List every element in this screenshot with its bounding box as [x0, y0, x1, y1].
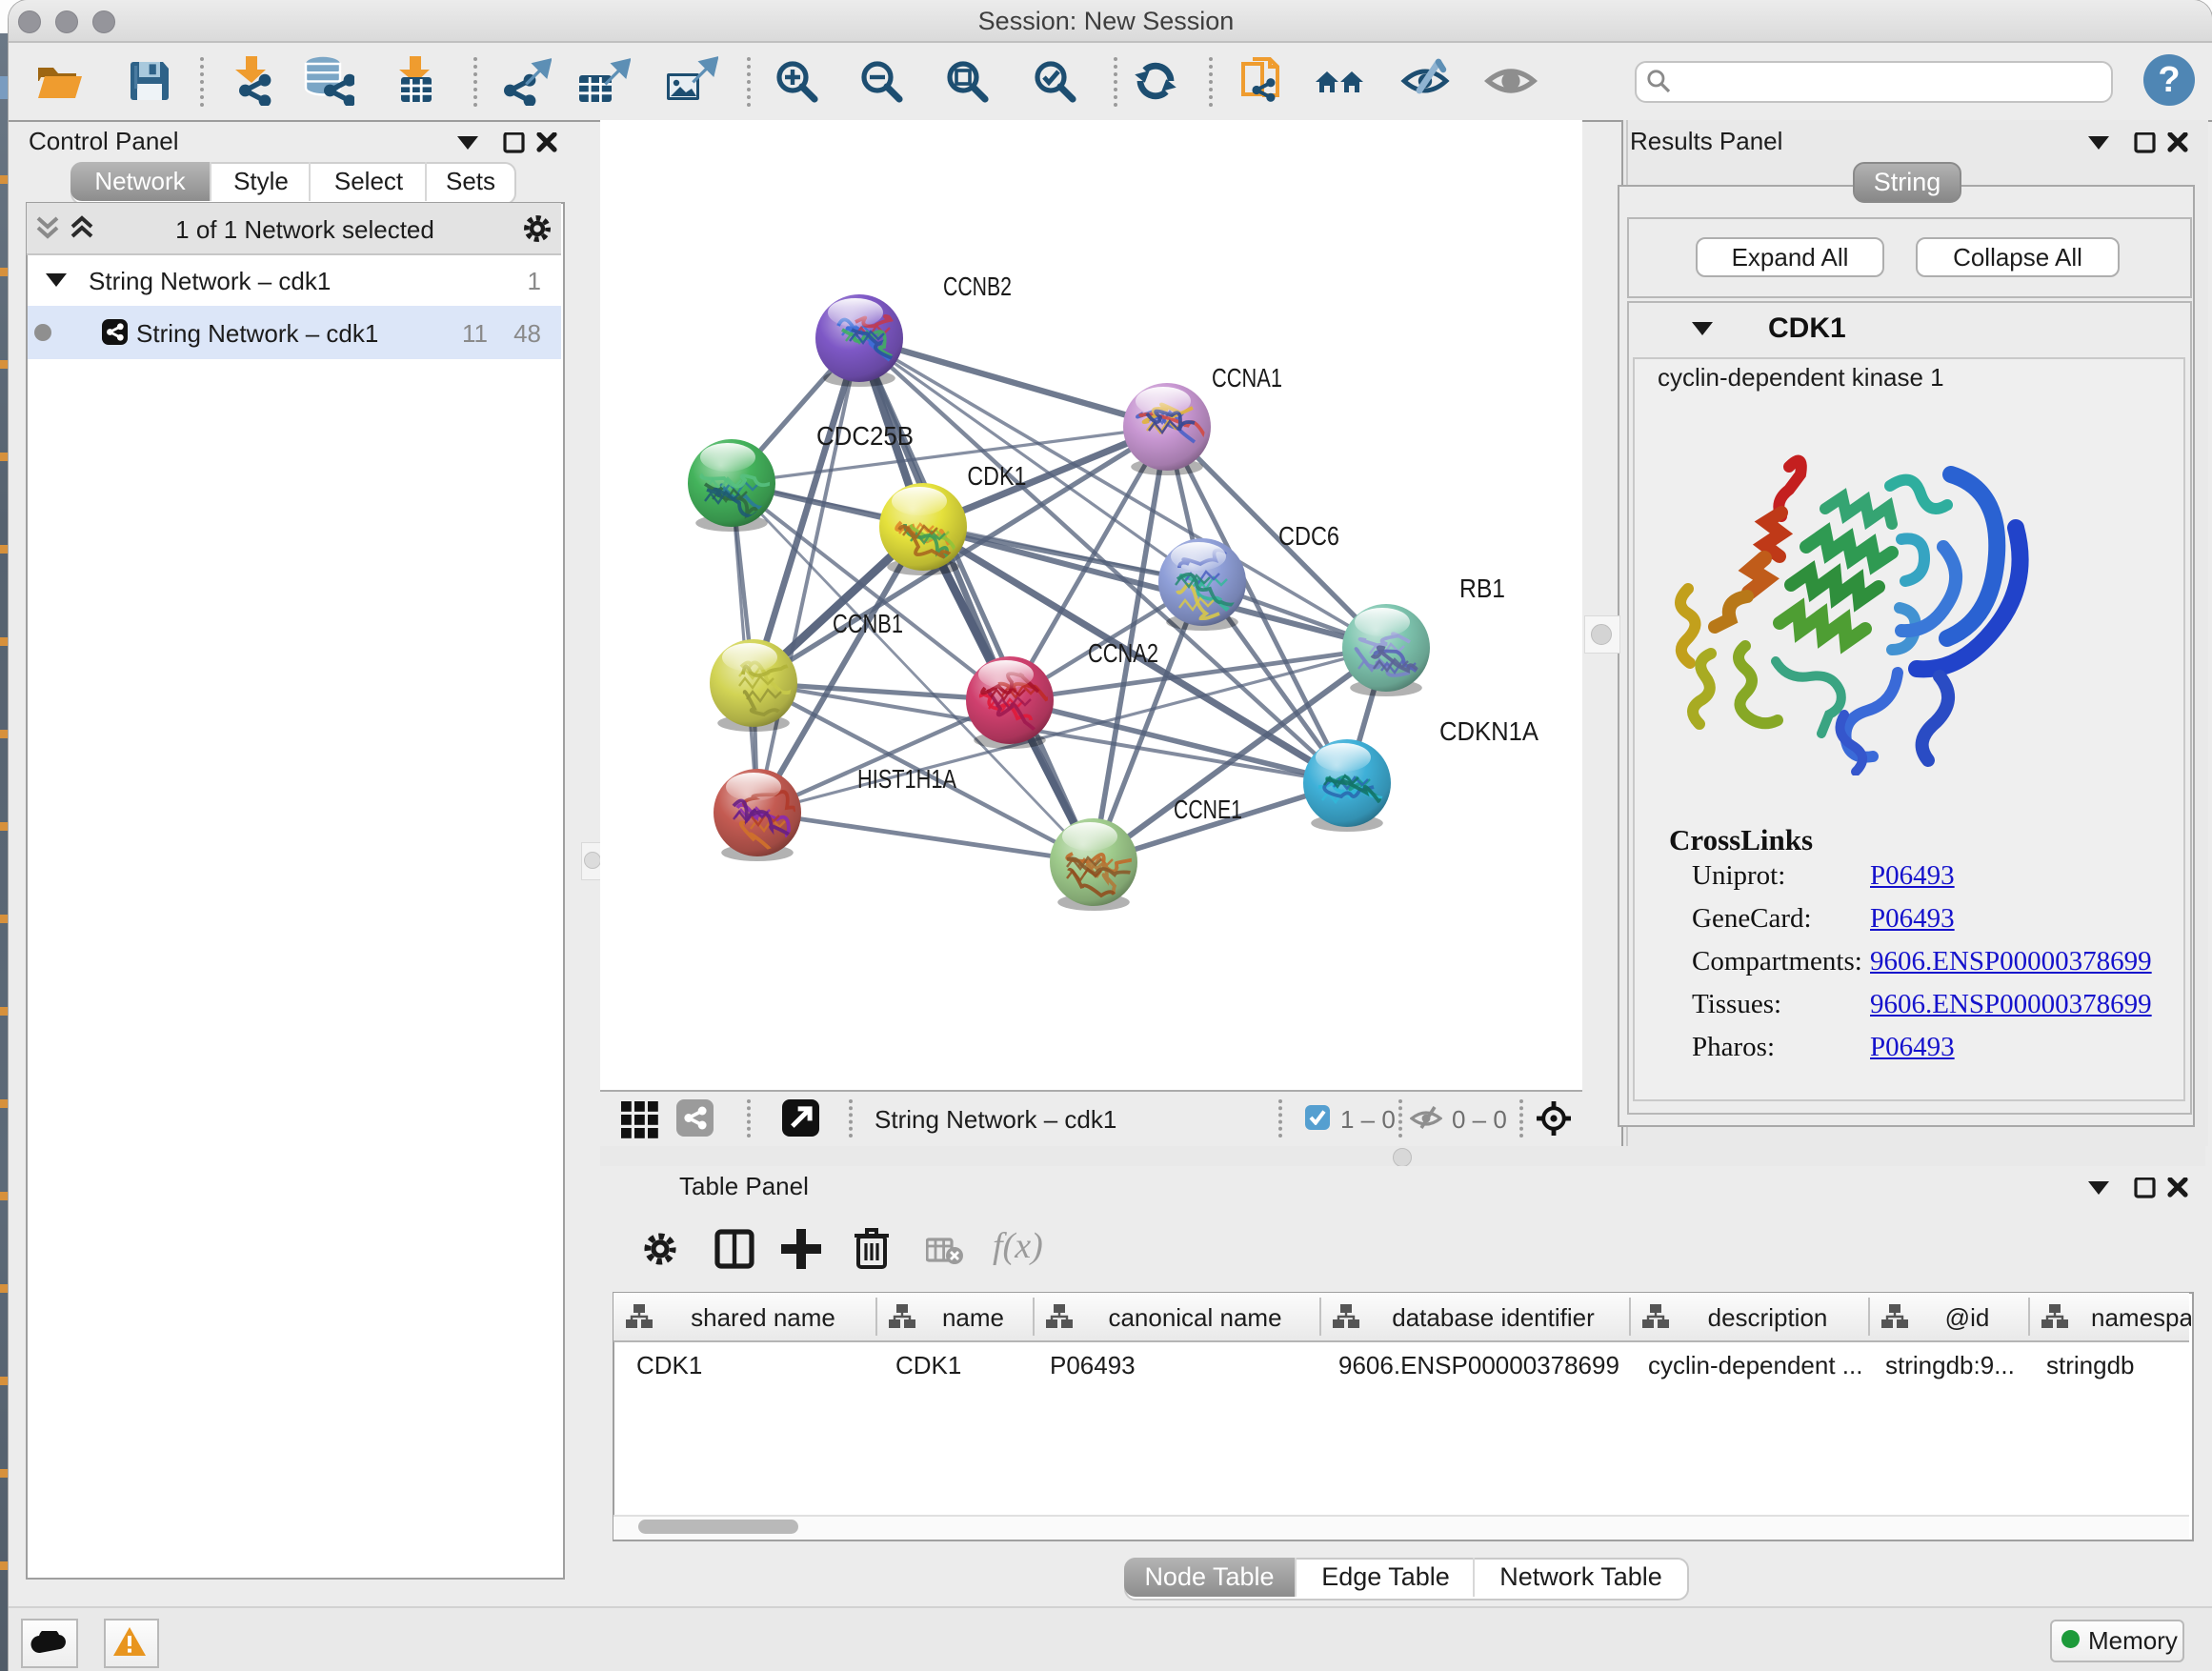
- svg-text:CCNA2: CCNA2: [1088, 638, 1158, 668]
- svg-text:CDK1: CDK1: [967, 461, 1026, 491]
- svg-text:RB1: RB1: [1459, 574, 1505, 603]
- svg-text:CCNB1: CCNB1: [833, 609, 903, 638]
- svg-text:CCNB2: CCNB2: [943, 272, 1012, 301]
- svg-text:HIST1H1A: HIST1H1A: [857, 764, 956, 794]
- svg-text:CDKN1A: CDKN1A: [1439, 716, 1539, 746]
- svg-text:CDC25B: CDC25B: [816, 421, 914, 451]
- svg-text:CCNE1: CCNE1: [1174, 795, 1242, 824]
- svg-text:CDC6: CDC6: [1278, 521, 1339, 551]
- svg-text:CCNA1: CCNA1: [1212, 363, 1282, 393]
